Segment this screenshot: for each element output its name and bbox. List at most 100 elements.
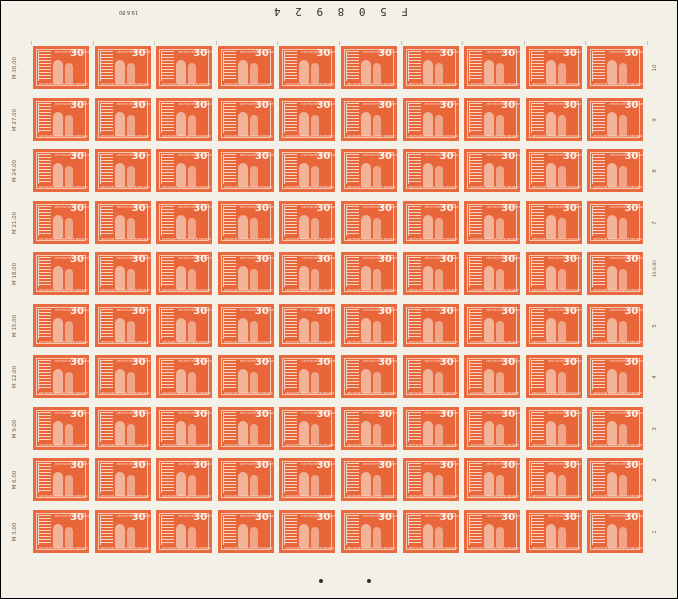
stamp-caption: DEUTSCHE DEMOKRATISCHE REPUBLIK [408,83,458,86]
stamp-caption: DEUTSCHE DEMOKRATISCHE REPUBLIK [531,546,581,550]
margin-total-value: M 15,00 [12,314,18,337]
stamp: DEUTSCHE DEMOKRATISCHE REPUBLIK 30 DEUTSCH… [402,458,483,501]
stamp-caption: DEUTSCHE DEMOKRATISCHE REPUBLIK [39,134,88,138]
stamp-caption: DEUTSCHE DEMOKRATISCHE REPUBLIK [531,134,581,138]
stamp-caption: DEUTSCHE DEMOKRATISCHE REPUBLIK [223,289,273,292]
building-image [346,514,359,545]
building-image [222,463,236,493]
figure-image [53,369,63,393]
perforation-guide [31,41,32,45]
margin-row-count: 1 [652,529,658,534]
building-image [161,360,175,390]
figure-image [545,420,556,445]
figure-image [299,317,310,342]
figure-image [126,372,135,393]
building-image [407,360,421,390]
stamp: DEUTSCHE DEMOKRATISCHE REPUBLIK 30 DEUTSCH… [33,149,114,192]
perforation-guide [154,41,156,45]
building-image [284,514,298,545]
figure-image [126,423,135,445]
stamp-value: 30 [378,151,392,162]
stamp: DEUTSCHE DEMOKRATISCHE REPUBLIK 30 DEUTSCH… [94,200,175,244]
stamp: DEUTSCHE DEMOKRATISCHE REPUBLIK 30 DEUTSCH… [156,252,237,295]
perforation-guide [462,41,464,45]
stamp-caption: DEUTSCHE DEMOKRATISCHE REPUBLIK [347,495,396,498]
building-image [99,205,113,236]
stamp: DEUTSCHE DEMOKRATISCHE REPUBLIK 30 DEUTSCH… [156,355,237,398]
stamp-caption: DEUTSCHE DEMOKRATISCHE REPUBLIK [593,186,643,189]
stamp-value: 30 [254,460,269,471]
figure-image [557,526,566,548]
building-image [99,514,113,545]
stamp-value: 30 [378,357,392,368]
stamp-caption: DEUTSCHE DEMOKRATISCHE REPUBLIK [470,495,520,498]
stamp-value: 30 [316,511,331,523]
figure-image [249,63,258,84]
stamp-value: 30 [316,254,331,265]
stamp: DEUTSCHE DEMOKRATISCHE REPUBLIK 30 DEUTSCH… [279,458,360,501]
figure-image [434,63,443,84]
stamp: DEUTSCHE DEMOKRATISCHE REPUBLIK 30 DEUTSCH… [402,97,483,141]
figure-image [422,317,433,342]
building-image [222,102,236,133]
figure-image [557,475,566,496]
stamp: DEUTSCHE DEMOKRATISCHE REPUBLIK 30 DEUTSCH… [587,458,668,501]
margin-row-count: 10 [652,64,658,72]
figure-image [249,320,258,342]
figure-image [619,423,628,445]
stamp: DEUTSCHE DEMOKRATISCHE REPUBLIK 30 DEUTSCH… [464,46,545,89]
stamp-caption: DEUTSCHE DEMOKRATISCHE REPUBLIK [593,495,643,498]
building-image [407,102,421,133]
building-image [592,154,606,184]
building-image [407,411,421,442]
figure-image [188,475,197,496]
figure-image [237,420,248,445]
figure-image [484,60,495,84]
figure-image [619,320,628,342]
stamp: DEUTSCHE DEMOKRATISCHE REPUBLIK 30 DEUTSCH… [94,97,175,141]
figure-image [65,63,73,84]
stamp-value: 30 [193,305,208,317]
stamp: DEUTSCHE DEMOKRATISCHE REPUBLIK 30 DEUTSCH… [279,200,360,244]
margin-total-value: M 30,00 [12,56,18,80]
building-image [407,514,421,545]
stamp: DEUTSCHE DEMOKRATISCHE REPUBLIK 30 DEUTSCH… [217,509,298,553]
stamp-caption: DEUTSCHE DEMOKRATISCHE REPUBLIK [408,495,458,498]
stamp-value: 30 [562,408,577,420]
figure-image [114,111,125,136]
building-image [222,411,236,442]
building-image [530,308,544,339]
stamp: DEUTSCHE DEMOKRATISCHE REPUBLIK 30 DEUTSCH… [402,252,483,295]
stamp-value: 30 [131,408,146,420]
stamp-value: 30 [562,305,577,317]
figure-image [176,523,187,548]
stamp-caption: DEUTSCHE DEMOKRATISCHE REPUBLIK [39,495,88,498]
figure-image [373,114,381,136]
figure-image [619,114,628,136]
stamp: DEUTSCHE DEMOKRATISCHE REPUBLIK 30 DEUTSCH… [217,355,298,398]
stamp-caption: DEUTSCHE DEMOKRATISCHE REPUBLIK [347,186,396,189]
stamp: DEUTSCHE DEMOKRATISCHE REPUBLIK 30 DEUTSCH… [156,509,237,553]
stamp-caption: DEUTSCHE DEMOKRATISCHE REPUBLIK [593,443,643,447]
stamp-caption: DEUTSCHE DEMOKRATISCHE REPUBLIK [531,237,581,241]
stamp-caption: DEUTSCHE DEMOKRATISCHE REPUBLIK [470,134,520,138]
stamp: DEUTSCHE DEMOKRATISCHE REPUBLIK 30 DEUTSCH… [156,200,237,244]
stamp: DEUTSCHE DEMOKRATISCHE REPUBLIK 30 DEUTSCH… [33,355,114,398]
figure-image [496,166,505,187]
stamp-caption: DEUTSCHE DEMOKRATISCHE REPUBLIK [593,340,643,344]
stamp-caption: DEUTSCHE DEMOKRATISCHE REPUBLIK [408,392,458,395]
stamp: DEUTSCHE DEMOKRATISCHE REPUBLIK 30 DEUTSCH… [279,149,360,192]
building-image [284,360,298,390]
figure-image [299,60,310,84]
stamp-caption: DEUTSCHE DEMOKRATISCHE REPUBLIK [39,546,88,550]
stamp: DEUTSCHE DEMOKRATISCHE REPUBLIK 30 DEUTSCH… [94,303,175,347]
figure-image [53,163,63,187]
stamp-value: 30 [70,99,84,111]
stamp-caption: DEUTSCHE DEMOKRATISCHE REPUBLIK [470,289,520,292]
figure-image [53,266,63,290]
stamp-caption: DEUTSCHE DEMOKRATISCHE REPUBLIK [285,83,335,86]
stamp-caption: DEUTSCHE DEMOKRATISCHE REPUBLIK [223,443,273,447]
building-image [161,411,175,442]
stamp-caption: DEUTSCHE DEMOKRATISCHE REPUBLIK [162,289,212,292]
stamp-value: 30 [193,511,208,523]
